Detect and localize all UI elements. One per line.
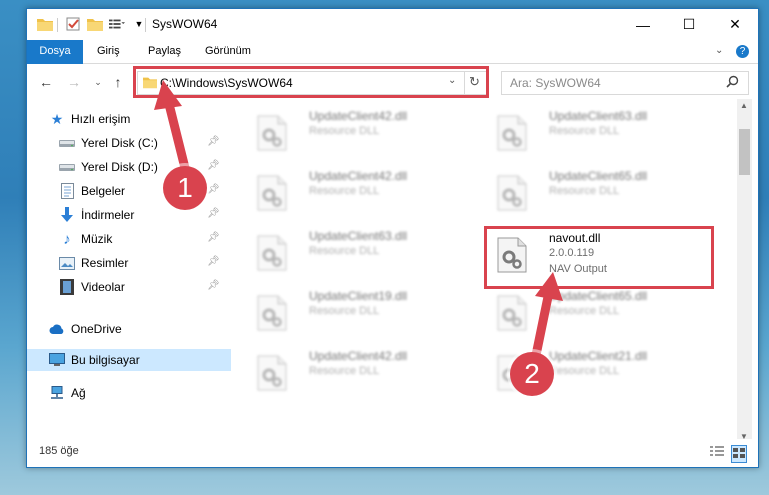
step-badge-1: 1 <box>163 166 207 210</box>
annotation-arrows <box>154 80 563 365</box>
step-badge-2: 2 <box>510 352 554 396</box>
